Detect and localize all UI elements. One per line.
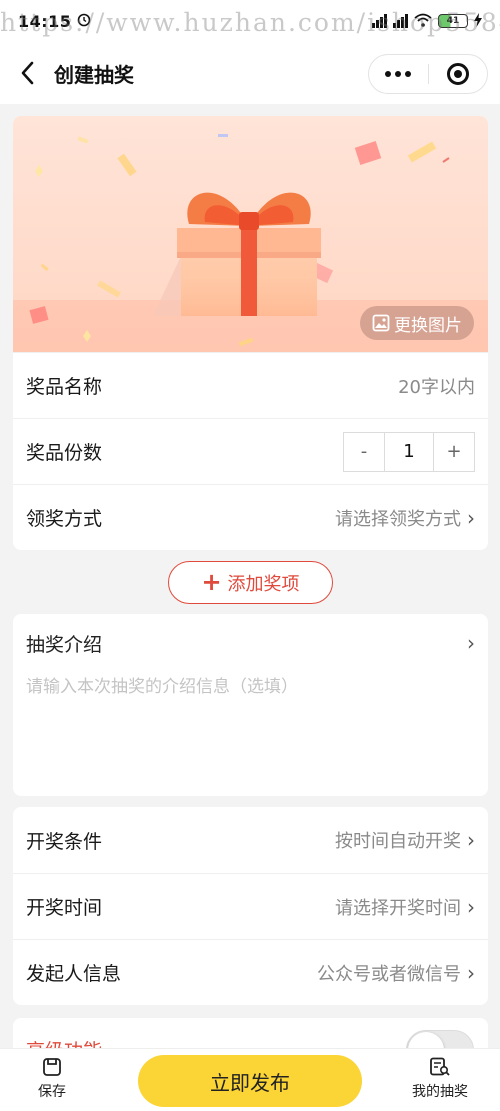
quantity-stepper: - 1 + xyxy=(343,431,475,472)
prize-card: 更换图片 奖品名称 20字以内 奖品份数 - 1 + 领奖方式 请选择领奖方式 … xyxy=(13,116,488,550)
prize-quantity-row: 奖品份数 - 1 + xyxy=(13,418,488,484)
chevron-right-icon: › xyxy=(467,894,475,919)
draw-time-select[interactable]: 请选择开奖时间 › xyxy=(335,894,475,920)
draw-condition-row[interactable]: 开奖条件 按时间自动开奖 › xyxy=(13,807,488,873)
notification-icon xyxy=(77,12,91,31)
plus-icon: + xyxy=(201,567,222,596)
my-lottery-label: 我的抽奖 xyxy=(412,1084,468,1100)
quantity-decrement-button[interactable]: - xyxy=(344,432,384,471)
claim-method-placeholder: 请选择领奖方式 xyxy=(335,508,461,530)
status-icons: 41 xyxy=(372,12,482,30)
chevron-left-icon xyxy=(21,61,34,85)
intro-header[interactable]: 抽奖介绍 › xyxy=(13,614,488,672)
status-bar: 14:15 41 xyxy=(0,0,500,42)
draw-time-label: 开奖时间 xyxy=(26,897,103,919)
add-prize-label: 添加奖项 xyxy=(227,573,300,595)
chevron-right-icon: › xyxy=(467,631,475,655)
initiator-info-label: 发起人信息 xyxy=(26,963,122,985)
prize-name-label: 奖品名称 xyxy=(26,376,103,398)
chevron-right-icon: › xyxy=(467,828,475,852)
nav-bar: 创建抽奖 xyxy=(0,42,500,104)
save-icon xyxy=(43,1058,61,1076)
claim-method-row[interactable]: 领奖方式 请选择领奖方式 › xyxy=(13,484,488,550)
draw-condition-select[interactable]: 按时间自动开奖 › xyxy=(335,827,475,853)
draw-time-row[interactable]: 开奖时间 请选择开奖时间 › xyxy=(13,873,488,939)
claim-method-select[interactable]: 请选择领奖方式 › xyxy=(335,505,475,531)
wifi-icon xyxy=(414,13,432,30)
intro-card: 抽奖介绍 › 请输入本次抽奖的介绍信息（选填） xyxy=(13,614,488,796)
draw-settings-card: 开奖条件 按时间自动开奖 › 开奖时间 请选择开奖时间 › 发起人信息 公众号或… xyxy=(13,807,488,1005)
claim-method-label: 领奖方式 xyxy=(26,508,103,530)
intro-textarea[interactable]: 请输入本次抽奖的介绍信息（选填） xyxy=(13,672,488,697)
initiator-info-placeholder: 公众号或者微信号 xyxy=(317,963,461,985)
back-button[interactable] xyxy=(0,42,54,104)
charging-icon xyxy=(474,12,482,30)
publish-now-button[interactable]: 立即发布 xyxy=(138,1055,362,1107)
my-lottery-button[interactable]: 我的抽奖 xyxy=(412,1057,468,1101)
save-label: 保存 xyxy=(38,1084,66,1100)
target-icon xyxy=(446,63,469,85)
signal-icon-2 xyxy=(393,14,408,28)
change-image-button[interactable]: 更换图片 xyxy=(360,306,474,340)
mini-program-capsule xyxy=(368,54,488,94)
close-mini-program-button[interactable] xyxy=(429,63,488,85)
page-title: 创建抽奖 xyxy=(54,62,134,87)
initiator-info-row[interactable]: 发起人信息 公众号或者微信号 › xyxy=(13,939,488,1005)
initiator-info-input[interactable]: 公众号或者微信号 › xyxy=(317,960,475,986)
quantity-value-input[interactable]: 1 xyxy=(384,432,434,471)
intro-title: 抽奖介绍 xyxy=(26,633,103,656)
prize-banner: 更换图片 xyxy=(13,116,488,352)
draw-condition-value: 按时间自动开奖 xyxy=(335,831,461,852)
document-search-icon xyxy=(430,1057,450,1076)
add-prize-button[interactable]: + 添加奖项 xyxy=(168,561,333,604)
chevron-right-icon: › xyxy=(467,960,475,985)
chevron-right-icon: › xyxy=(467,505,475,530)
draw-time-placeholder: 请选择开奖时间 xyxy=(335,897,461,919)
status-time: 14:15 xyxy=(18,11,72,31)
image-icon xyxy=(372,314,390,332)
prize-name-row[interactable]: 奖品名称 20字以内 xyxy=(13,352,488,418)
prize-name-input[interactable]: 20字以内 xyxy=(398,373,475,399)
bottom-action-bar: 保存 立即发布 我的抽奖 xyxy=(0,1048,500,1111)
quantity-increment-button[interactable]: + xyxy=(434,432,474,471)
more-options-button[interactable] xyxy=(369,71,428,77)
draw-condition-label: 开奖条件 xyxy=(26,830,103,853)
signal-icon xyxy=(372,14,387,28)
change-image-label: 更换图片 xyxy=(394,315,462,336)
save-button[interactable]: 保存 xyxy=(38,1057,66,1101)
battery-icon: 41 xyxy=(438,14,468,28)
prize-quantity-label: 奖品份数 xyxy=(26,442,103,464)
